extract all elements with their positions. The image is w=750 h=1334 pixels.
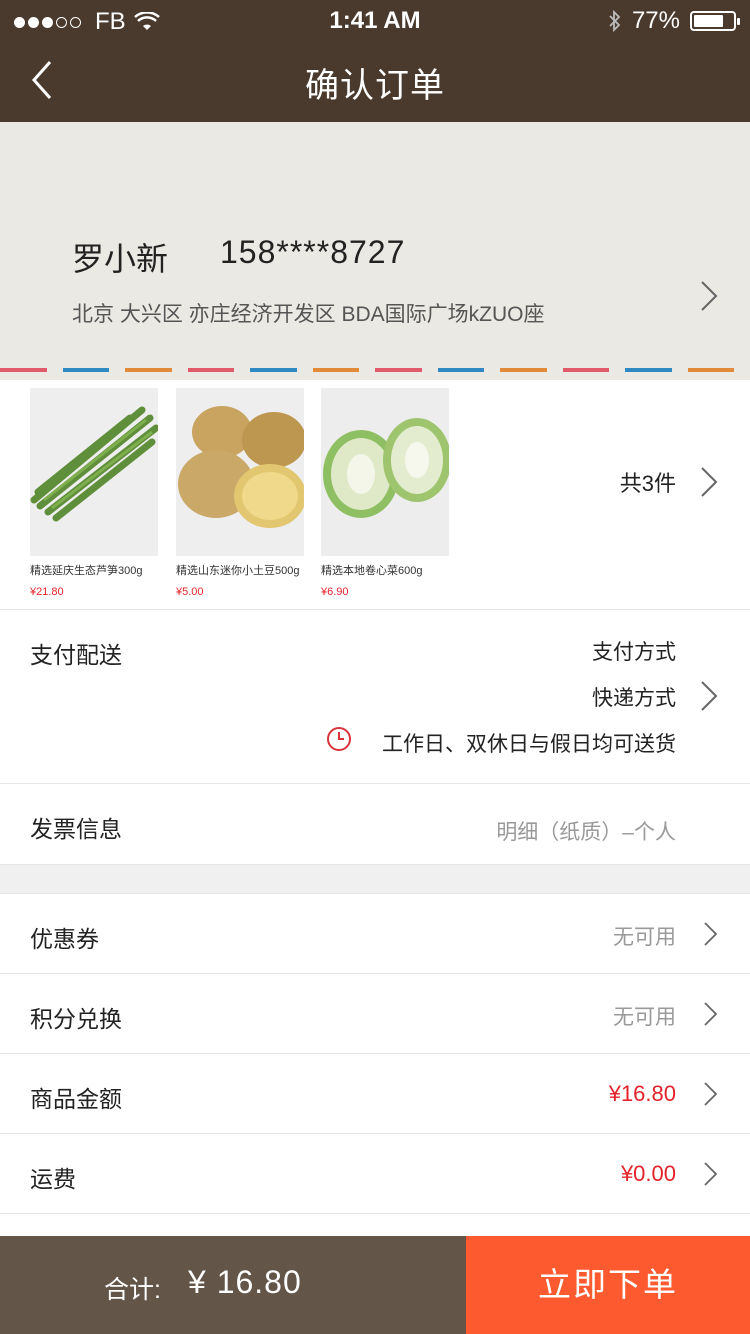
address-card[interactable]: 罗小新 158****8727 北京 大兴区 亦庄经济开发区 BDA国际广场kZ… <box>0 122 750 380</box>
stripe-segment <box>312 368 359 372</box>
total-value: ¥ 16.80 <box>188 1264 302 1300</box>
product-name: 精选本地卷心菜600g <box>321 565 423 577</box>
chevron-right-icon[interactable] <box>698 678 722 714</box>
goods-amount-value: ¥16.80 <box>608 1081 676 1106</box>
invoice-row[interactable]: 发票信息 明细（纸质）–个人 <box>0 784 750 864</box>
product-name: 精选山东迷你小土豆500g <box>176 565 300 577</box>
total-label: 合计: <box>104 1276 161 1304</box>
payment-method: 支付方式 <box>592 641 676 664</box>
coupon-value: 无可用 <box>613 926 676 949</box>
potato-image <box>176 388 304 556</box>
invoice-value: 明细（纸质）–个人 <box>496 821 676 844</box>
invoice-label: 发票信息 <box>30 816 122 842</box>
product-item[interactable]: 精选延庆生态芦笋300g ¥21.80 <box>30 388 158 598</box>
address-line: 北京 大兴区 亦庄经济开发区 BDA国际广场kZUO座 <box>72 303 545 326</box>
shipping-fee-row[interactable]: 运费 ¥0.00 <box>0 1134 750 1214</box>
coupon-label: 优惠券 <box>30 926 99 952</box>
stripe-segment <box>250 368 297 372</box>
submit-order-button[interactable]: 立即下单 <box>466 1236 750 1334</box>
shipping-fee-label: 运费 <box>30 1166 76 1192</box>
chevron-right-icon[interactable] <box>698 464 722 500</box>
goods-amount-label: 商品金额 <box>30 1086 122 1112</box>
stripe-segment <box>562 368 609 372</box>
envelope-stripe <box>0 368 750 372</box>
product-price: ¥6.90 <box>321 586 349 598</box>
payment-delivery-label: 支付配送 <box>30 642 122 668</box>
points-label: 积分兑换 <box>30 1006 122 1032</box>
product-strip[interactable]: 精选延庆生态芦笋300g ¥21.80 精选山东迷你小土豆500g ¥5.00 <box>0 382 750 610</box>
product-price: ¥21.80 <box>30 586 64 598</box>
bluetooth-icon <box>609 10 621 32</box>
product-count: 共3件 <box>619 471 676 496</box>
shipping-fee-value: ¥0.00 <box>620 1161 676 1186</box>
product-price: ¥5.00 <box>176 586 204 598</box>
battery-icon <box>690 11 740 31</box>
chevron-right-icon[interactable] <box>702 1000 720 1028</box>
stripe-segment <box>500 368 547 372</box>
recipient-name: 罗小新 <box>72 241 169 277</box>
product-name: 精选延庆生态芦笋300g <box>30 565 143 577</box>
chevron-right-icon[interactable] <box>702 1080 720 1108</box>
chevron-right-icon[interactable] <box>698 278 722 314</box>
delivery-method: 快递方式 <box>592 687 676 710</box>
coupon-row[interactable]: 优惠券 无可用 <box>0 894 750 974</box>
total-section: 合计: ¥ 16.80 <box>0 1236 466 1334</box>
battery-percent: 77% <box>631 7 680 34</box>
stripe-segment <box>187 368 234 372</box>
page-title: 确认订单 <box>305 67 445 105</box>
top-bar: FB 1:41 AM 77% 确认订单 <box>0 0 750 122</box>
chevron-right-icon[interactable] <box>702 920 720 948</box>
status-bar: FB 1:41 AM 77% <box>0 0 750 40</box>
stripe-segment <box>0 368 47 372</box>
section-divider <box>0 864 750 894</box>
payment-delivery-section[interactable]: 支付配送 支付方式 快递方式 工作日、双休日与假日均可送货 <box>0 610 750 784</box>
product-item[interactable]: 精选山东迷你小土豆500g ¥5.00 <box>176 388 304 598</box>
stripe-segment <box>125 368 172 372</box>
stripe-segment <box>62 368 109 372</box>
product-item[interactable]: 精选本地卷心菜600g ¥6.90 <box>321 388 449 598</box>
cabbage-image <box>321 388 449 556</box>
stripe-segment <box>375 368 422 372</box>
checkout-bar: 合计: ¥ 16.80 立即下单 <box>0 1236 750 1334</box>
clock-icon <box>327 727 351 751</box>
chevron-right-icon[interactable] <box>702 1160 720 1188</box>
points-value: 无可用 <box>613 1006 676 1029</box>
goods-amount-row[interactable]: 商品金额 ¥16.80 <box>0 1054 750 1134</box>
stripe-segment <box>687 368 734 372</box>
stripe-segment <box>625 368 672 372</box>
delivery-schedule: 工作日、双休日与假日均可送货 <box>382 733 676 756</box>
points-row[interactable]: 积分兑换 无可用 <box>0 974 750 1054</box>
asparagus-image <box>30 388 158 556</box>
recipient-phone: 158****8727 <box>220 234 406 270</box>
status-right-group: 77% <box>608 7 740 35</box>
stripe-segment <box>437 368 484 372</box>
